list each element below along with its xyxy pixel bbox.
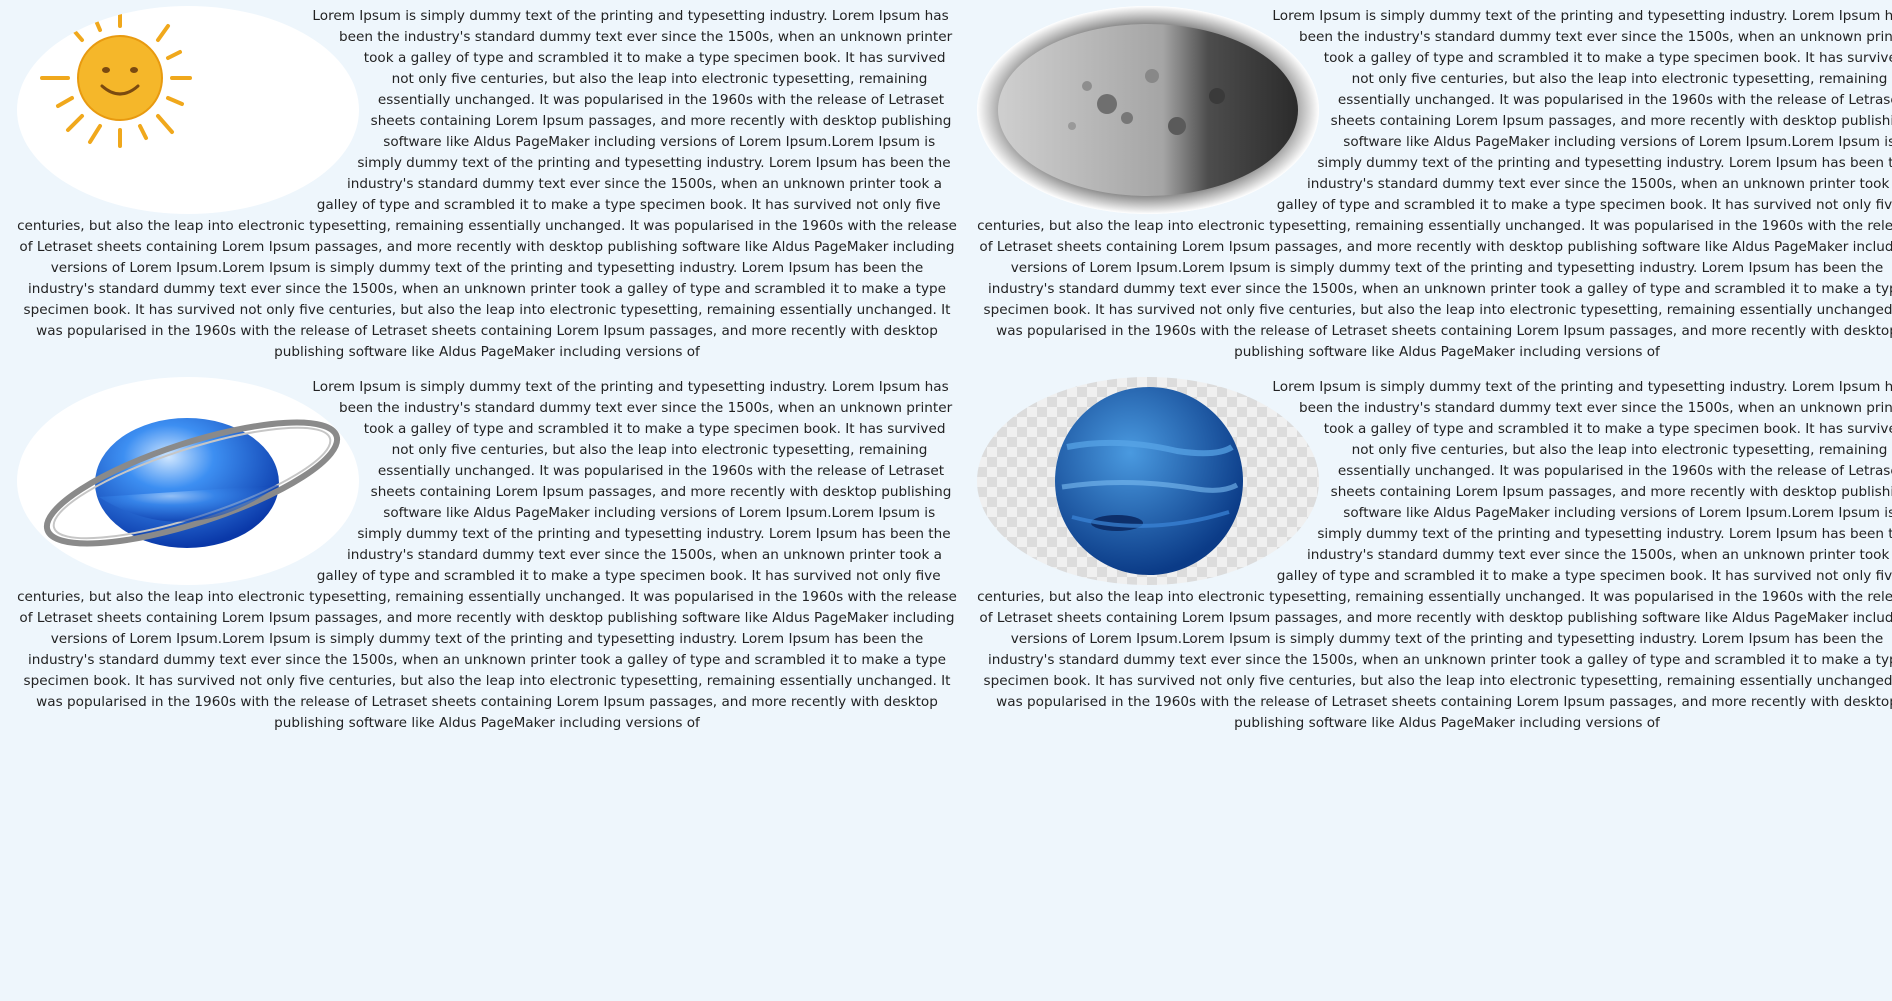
saturn-image	[17, 377, 359, 585]
neptune-image	[977, 377, 1319, 585]
moon-icon	[977, 6, 1319, 214]
blue-planet-icon	[1055, 387, 1243, 575]
sun-image	[17, 6, 359, 214]
moon-image	[977, 6, 1319, 214]
article-card-moon: Lorem Ipsum is simply dummy text of the …	[977, 6, 1892, 372]
sun-icon	[40, 10, 192, 148]
article-card-neptune: Lorem Ipsum is simply dummy text of the …	[977, 377, 1892, 743]
article-card-sun: Lorem Ipsum is simply dummy text of the …	[17, 6, 957, 372]
article-card-saturn: Lorem Ipsum is simply dummy text of the …	[17, 377, 957, 743]
ringed-planet-icon	[43, 418, 341, 548]
